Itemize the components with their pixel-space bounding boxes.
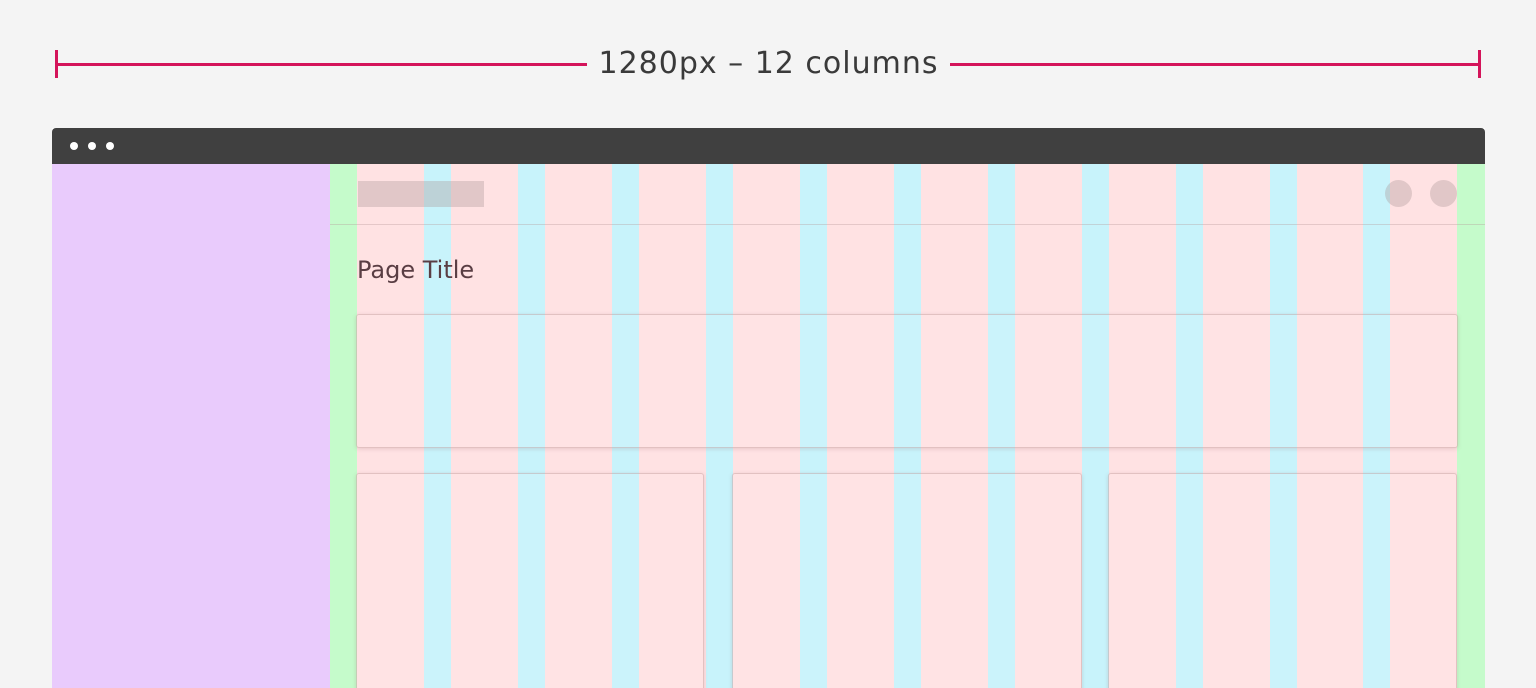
logo-placeholder: [358, 181, 484, 207]
ruler-end-cap: [1478, 50, 1481, 78]
grid-margin-right: [1457, 164, 1485, 688]
content-card: [1108, 473, 1457, 688]
sidebar: [52, 164, 331, 688]
circle-icon[interactable]: [1430, 180, 1457, 207]
page-title: Page Title: [357, 256, 475, 284]
browser-window: Page Title: [52, 128, 1485, 688]
grid-margin-left: [330, 164, 357, 688]
hero-card: [356, 314, 1458, 448]
app-header: [330, 164, 1485, 225]
circle-icon[interactable]: [1385, 180, 1412, 207]
ruler-label: 1280px – 12 columns: [598, 46, 939, 81]
content-card: [732, 473, 1082, 688]
window-titlebar: [52, 128, 1485, 164]
window-dot-icon: [88, 142, 96, 150]
content-card: [356, 473, 704, 688]
window-dot-icon: [70, 142, 78, 150]
ruler-line-left: [56, 63, 587, 66]
window-dot-icon: [106, 142, 114, 150]
ruler-line-right: [950, 63, 1481, 66]
